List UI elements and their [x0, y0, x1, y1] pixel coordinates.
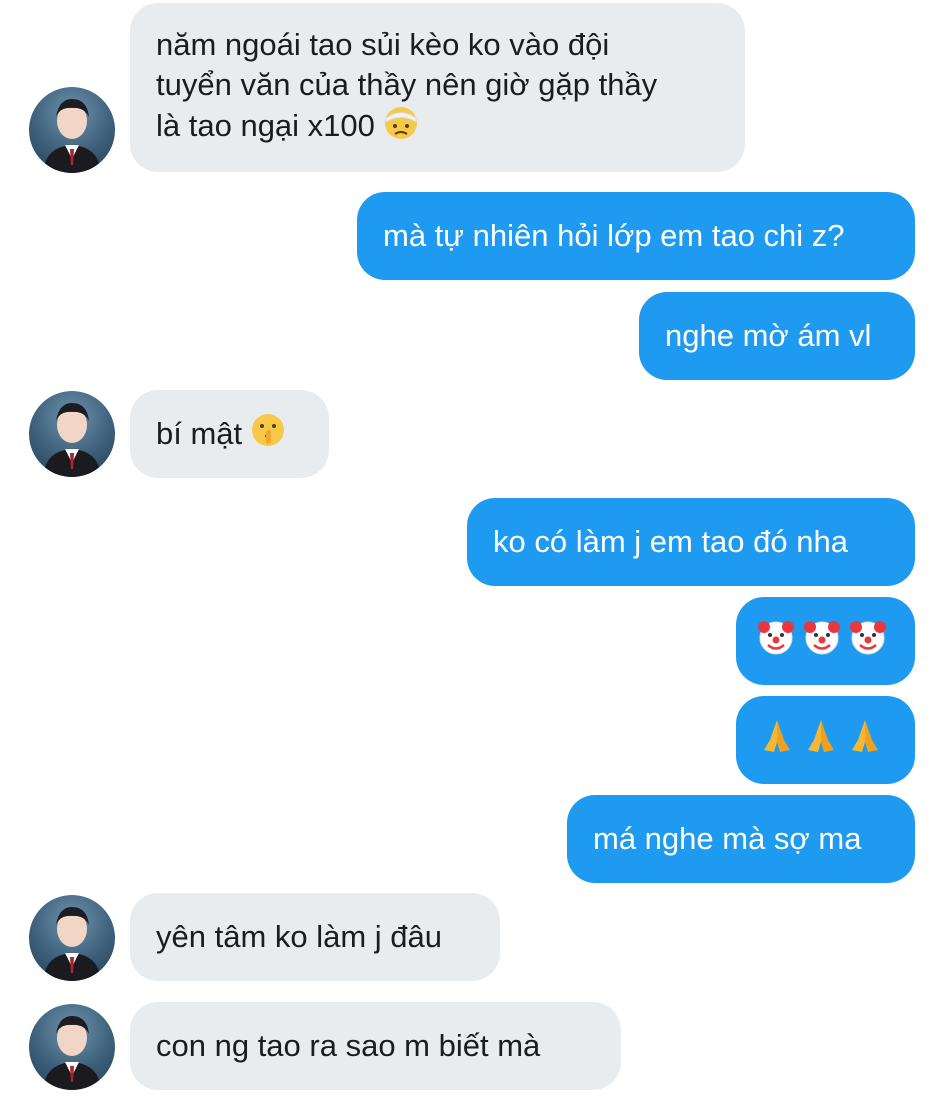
message-bubble-outgoing[interactable]: [736, 597, 915, 685]
message-text: tuyển văn của thầy nên giờ gặp thầy: [156, 66, 658, 102]
message-text: năm ngoái tao sủi kèo ko vào đội: [156, 26, 610, 62]
folded-hands-emoji: [802, 716, 840, 765]
contact-avatar[interactable]: [29, 87, 115, 173]
contact-avatar[interactable]: [29, 1004, 115, 1090]
message-text: yên tâm ko làm j đâu: [156, 919, 443, 954]
message-bubble-incoming[interactable]: năm ngoái tao sủi kèo ko vào đội tuyển v…: [130, 3, 745, 172]
clown-face-emoji: [848, 617, 888, 666]
message-bubble-outgoing[interactable]: ko có làm j em tao đó nha: [467, 498, 915, 586]
message-bubble-incoming[interactable]: yên tâm ko làm j đâu: [130, 893, 500, 981]
message-text: má nghe mà sợ ma: [593, 821, 862, 856]
message-bubble-outgoing[interactable]: mà tự nhiên hỏi lớp em tao chi z?: [357, 192, 915, 280]
message-bubble-outgoing[interactable]: má nghe mà sợ ma: [567, 795, 915, 883]
shushing-face-emoji: [250, 412, 286, 457]
chat-thread: năm ngoái tao sủi kèo ko vào đội tuyển v…: [0, 0, 945, 1101]
message-text: nghe mờ ám vl: [665, 318, 872, 353]
contact-avatar[interactable]: [29, 895, 115, 981]
message-text: bí mật: [156, 416, 243, 451]
message-text: con ng tao ra sao m biết mà: [156, 1028, 541, 1063]
clown-face-emoji: [802, 617, 842, 666]
message-bubble-outgoing[interactable]: nghe mờ ám vl: [639, 292, 915, 380]
message-bubble-outgoing[interactable]: [736, 696, 915, 784]
contact-avatar[interactable]: [29, 391, 115, 477]
message-bubble-incoming[interactable]: con ng tao ra sao m biết mà: [130, 1002, 621, 1090]
folded-hands-emoji: [846, 716, 884, 765]
message-text: mà tự nhiên hỏi lớp em tao chi z?: [383, 218, 845, 253]
head-bandage-emoji: [383, 105, 419, 151]
clown-face-emoji: [756, 617, 796, 666]
message-text: ko có làm j em tao đó nha: [493, 524, 848, 559]
message-text: là tao ngại x100: [156, 107, 375, 143]
folded-hands-emoji: [758, 716, 796, 765]
message-bubble-incoming[interactable]: bí mật: [130, 390, 329, 478]
